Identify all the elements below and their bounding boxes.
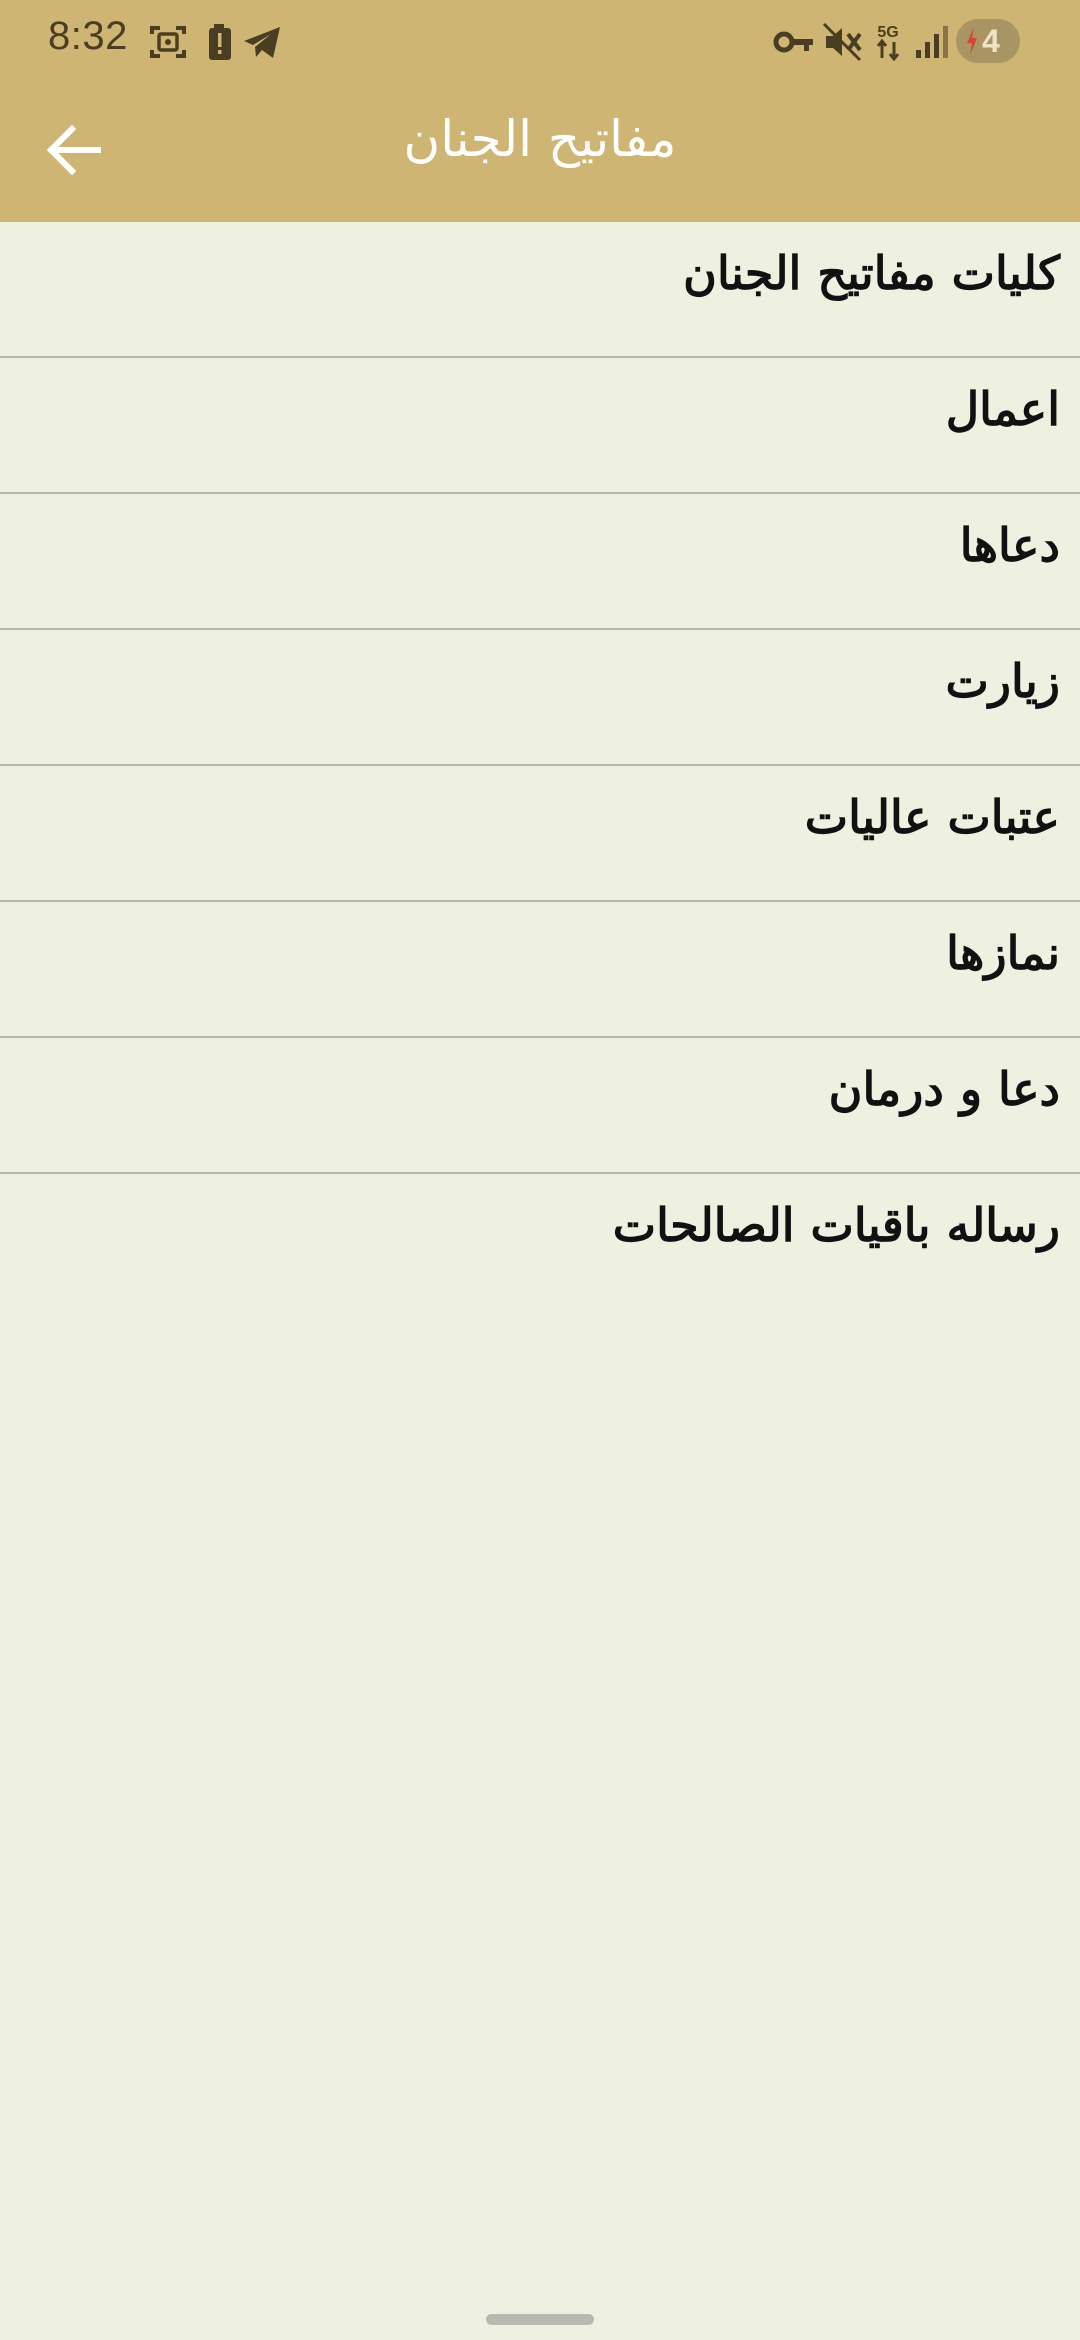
vibrate-off-icon bbox=[820, 20, 864, 64]
menu-item-label: کلیات مفاتیح الجنان bbox=[683, 246, 1060, 300]
home-indicator[interactable] bbox=[486, 2314, 594, 2325]
telegram-icon bbox=[240, 20, 284, 64]
menu-item-kolliyat[interactable]: کلیات مفاتیح الجنان bbox=[0, 222, 1080, 358]
menu-item-baqiyat[interactable]: رساله باقیات الصالحات bbox=[0, 1174, 1080, 1308]
toolbar: مفاتیح الجنان bbox=[0, 80, 1080, 222]
menu-item-ziyarat[interactable]: زیارت bbox=[0, 630, 1080, 766]
battery-level: 4 bbox=[982, 23, 1000, 59]
menu-item-label: عتبات عالیات bbox=[804, 790, 1060, 844]
status-time: 8:32 bbox=[48, 14, 128, 58]
menu-item-amaal[interactable]: اعمال bbox=[0, 358, 1080, 494]
menu-item-label: اعمال bbox=[945, 382, 1060, 436]
back-button[interactable] bbox=[40, 116, 108, 184]
menu-item-label: زیارت bbox=[945, 654, 1060, 708]
menu-list: کلیات مفاتیح الجنان اعمال دعاها زیارت عت… bbox=[0, 222, 1080, 1308]
menu-item-label: دعاها bbox=[959, 518, 1060, 572]
menu-item-atabat[interactable]: عتبات عالیات bbox=[0, 766, 1080, 902]
battery-alert-icon bbox=[198, 20, 242, 64]
vpn-key-icon bbox=[772, 20, 816, 64]
menu-item-label: نمازها bbox=[946, 926, 1060, 980]
app-bar: 8:32 5G 4 مفاتیح الجنان bbox=[0, 0, 1080, 222]
menu-item-label: دعا و درمان bbox=[828, 1062, 1060, 1116]
signal-icon bbox=[910, 20, 954, 64]
status-bar: 8:32 5G 4 bbox=[0, 0, 1080, 80]
battery-indicator: 4 bbox=[956, 19, 1020, 63]
5g-icon: 5G bbox=[866, 20, 910, 64]
screenshot-icon bbox=[146, 20, 190, 64]
arrow-back-icon bbox=[46, 124, 101, 176]
menu-item-label: رساله باقیات الصالحات bbox=[612, 1198, 1060, 1252]
svg-text:5G: 5G bbox=[877, 24, 898, 41]
menu-item-doaha[interactable]: دعاها bbox=[0, 494, 1080, 630]
charging-bolt-icon bbox=[967, 27, 977, 55]
menu-item-doa-darman[interactable]: دعا و درمان bbox=[0, 1038, 1080, 1174]
page-title: مفاتیح الجنان bbox=[403, 110, 677, 168]
menu-item-namazha[interactable]: نمازها bbox=[0, 902, 1080, 1038]
